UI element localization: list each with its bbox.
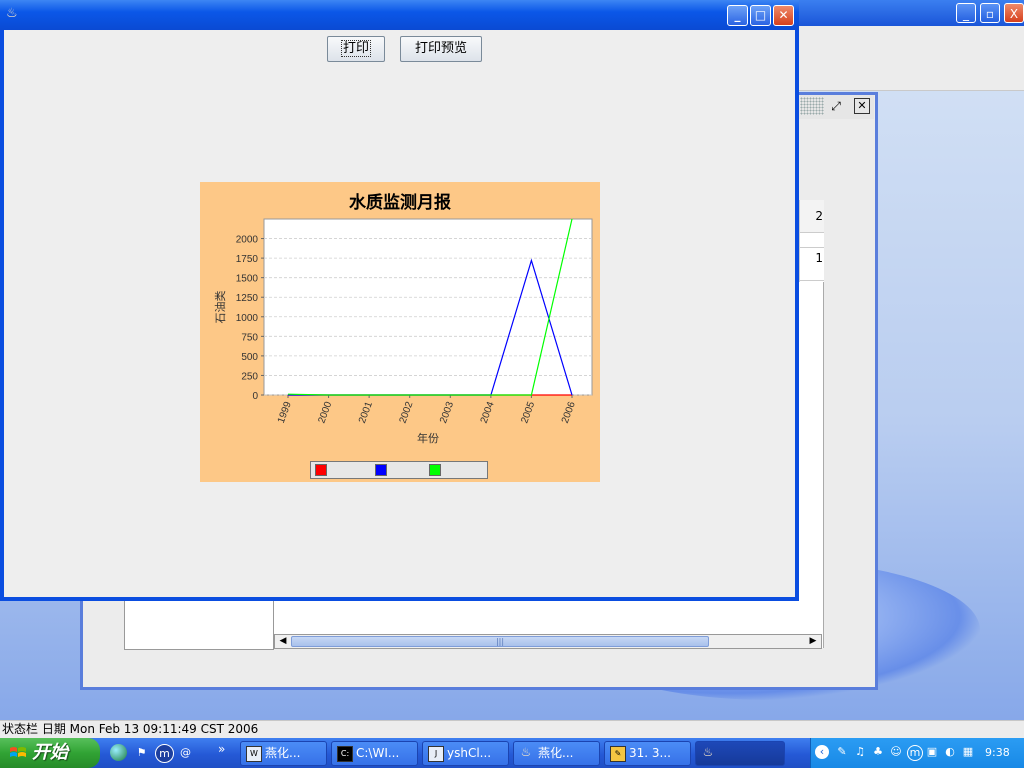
- y-tick-label: 2000: [236, 235, 259, 246]
- y-tick-label: 250: [241, 371, 258, 382]
- windows-logo-icon: [10, 747, 26, 757]
- chart-window-titlebar[interactable]: ♨ _ □ ✕: [0, 0, 799, 30]
- bg-close-button[interactable]: X: [1004, 3, 1024, 23]
- line-chart: 0 250 500 750 1000 1250 1500 1750 2000 1999 2000 20…: [213, 218, 593, 445]
- system-tray: ‹ ✎ ♫ ♣ ☺ m ▣ ◐ ▦ 9:38: [810, 738, 1024, 768]
- iframe-restore-icon[interactable]: ⤢: [828, 98, 844, 114]
- horizontal-scrollbar[interactable]: ◀ ||| ▶: [274, 634, 822, 649]
- legend-swatch: [375, 464, 387, 476]
- java-cup-icon: ♨: [702, 745, 714, 759]
- table-area: [799, 282, 824, 648]
- x-tick-label: 2003: [438, 400, 456, 425]
- console-icon: C:: [337, 746, 353, 762]
- chart-legend: [310, 461, 488, 479]
- task-button-active[interactable]: ♨: [695, 741, 785, 766]
- task-button-2[interactable]: C: C:\WI...: [331, 741, 418, 766]
- status-bar: 状态栏 日期 Mon Feb 13 09:11:49 CST 2006: [0, 720, 1024, 739]
- document-icon: W: [246, 746, 262, 762]
- table-separator: [800, 234, 824, 248]
- tray-expand-icon[interactable]: ‹: [815, 745, 829, 759]
- tray-keyboard-icon[interactable]: ▦: [961, 745, 975, 759]
- y-tick-label: 1250: [236, 293, 259, 304]
- x-tick-label: 2006: [560, 400, 578, 425]
- table-cell[interactable]: 1: [800, 248, 824, 281]
- plot-area: [263, 218, 593, 396]
- x-tick-label: 1999: [276, 400, 294, 425]
- tray-messenger-icon[interactable]: m: [907, 745, 923, 761]
- y-tick-label: 500: [241, 352, 258, 363]
- scroll-left-arrow-icon[interactable]: ◀: [276, 635, 290, 648]
- iframe-drag-grip[interactable]: [800, 97, 824, 115]
- y-tick-label: 750: [241, 332, 258, 343]
- bg-minimize-button[interactable]: _: [956, 3, 976, 23]
- task-label: C:\WI...: [356, 746, 400, 760]
- start-button-label: 开始: [32, 742, 68, 763]
- browser-globe-icon[interactable]: [110, 744, 127, 761]
- iframe-close-icon[interactable]: ✕: [854, 98, 870, 114]
- tray-qq-icon[interactable]: ☺: [889, 745, 903, 759]
- clock: 9:38: [985, 746, 1010, 759]
- background-window-toolbar: [798, 26, 1024, 91]
- tray-app-icon-1[interactable]: ✎: [835, 745, 849, 759]
- task-button-4[interactable]: ♨ 燕化...: [513, 741, 600, 766]
- tray-network-icon[interactable]: ▣: [925, 745, 939, 759]
- task-button-3[interactable]: JyshCl...: [422, 741, 509, 766]
- y-tick-label: 0: [252, 391, 258, 402]
- print-button[interactable]: 打印: [327, 36, 385, 62]
- mail-icon[interactable]: @: [177, 744, 194, 761]
- task-button-1[interactable]: W 燕化...: [240, 741, 327, 766]
- folder-icon: ✎: [610, 746, 626, 762]
- x-tick-label: 2005: [519, 400, 537, 425]
- legend-swatch: [429, 464, 441, 476]
- tray-app-icon-3[interactable]: ♣: [871, 745, 885, 759]
- x-tick-label: 2001: [357, 400, 375, 425]
- chart-panel: 水质监测月报 0 250 500 750 1000 1250 1500 1750 2000 199…: [200, 182, 600, 482]
- java-cup-icon[interactable]: ♨: [6, 6, 22, 22]
- java-cup-icon: ♨: [520, 745, 532, 759]
- print-preview-button[interactable]: 打印预览: [400, 36, 482, 62]
- y-tick-label: 1500: [236, 274, 259, 285]
- task-label: 燕化...: [265, 746, 301, 760]
- task-button-5[interactable]: ✎ 31. 3...: [604, 741, 691, 766]
- bg-restore-button[interactable]: ▫: [980, 3, 1000, 23]
- x-tick-label: 2002: [398, 400, 416, 425]
- y-axis-label: 石油类: [213, 291, 227, 324]
- maximize-button[interactable]: □: [750, 5, 771, 26]
- recycle-icon[interactable]: ⚑: [133, 744, 150, 761]
- print-preview-button-label: 打印预览: [414, 41, 467, 56]
- print-button-label: 打印: [340, 40, 371, 57]
- x-tick-label: 2004: [479, 400, 497, 425]
- editor-icon: J: [428, 746, 444, 762]
- table-header-cell: 2: [800, 200, 824, 233]
- y-tick-label: 1750: [236, 254, 259, 265]
- tree-panel[interactable]: [124, 600, 274, 650]
- minimize-button[interactable]: _: [727, 5, 748, 26]
- scroll-thumb[interactable]: |||: [291, 636, 709, 647]
- messenger-icon[interactable]: m: [155, 744, 174, 763]
- scroll-right-arrow-icon[interactable]: ▶: [806, 635, 820, 648]
- tray-app-icon-2[interactable]: ♫: [853, 745, 867, 759]
- content-panel: [274, 600, 824, 636]
- y-tick-label: 1000: [236, 313, 259, 324]
- close-button[interactable]: ✕: [773, 5, 794, 26]
- task-label: 燕化...: [538, 746, 574, 760]
- task-label: 31. 3...: [629, 746, 671, 760]
- tray-volume-icon[interactable]: ◐: [943, 745, 957, 759]
- quicklaunch-expand-icon[interactable]: »: [218, 742, 225, 756]
- x-tick-label: 2000: [316, 400, 334, 425]
- legend-swatch: [315, 464, 327, 476]
- task-label: yshCl...: [447, 746, 492, 760]
- x-axis-label: 年份: [417, 431, 439, 445]
- data-table: 2 1: [799, 200, 824, 282]
